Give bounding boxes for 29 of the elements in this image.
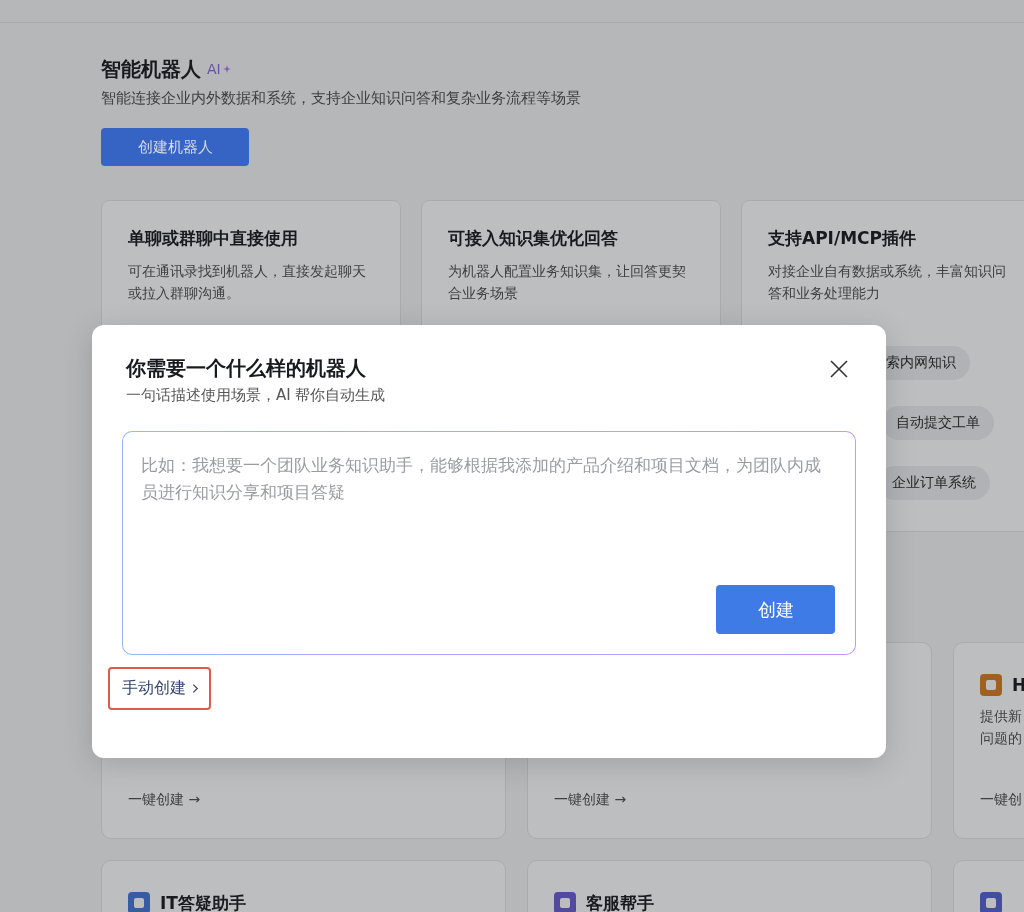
- sparkle-icon: [222, 65, 231, 73]
- create-robot-button[interactable]: 创建机器人: [101, 128, 249, 166]
- dialog-title: 你需要一个什么样的机器人: [126, 355, 366, 382]
- feature-description: 为机器人配置业务知识集，让回答更契合业务场景: [448, 262, 687, 303]
- close-icon[interactable]: [830, 360, 848, 378]
- template-title: H: [1012, 675, 1024, 695]
- template-title: IT答疑助手: [160, 891, 246, 912]
- feature-description: 可在通讯录找到机器人，直接发起聊天或拉入群聊沟通。: [128, 262, 367, 303]
- template-card[interactable]: IT答疑助手: [101, 860, 506, 912]
- template-card[interactable]: 客服帮手: [527, 860, 932, 912]
- template-title: 客服帮手: [586, 891, 654, 912]
- feature-title: 可接入知识集优化回答: [448, 227, 619, 250]
- section-description: 智能连接企业内外数据和系统，支持企业知识问答和复杂业务流程等场景: [101, 89, 582, 108]
- manual-create-link[interactable]: 手动创建: [108, 667, 211, 710]
- dialog-subtitle: 一句话描述使用场景，AI 帮你自动生成: [126, 386, 387, 405]
- feature-title: 单聊或群聊中直接使用: [128, 227, 299, 250]
- template-card[interactable]: H 提供新 问题的 一键创: [953, 642, 1024, 839]
- template-description: 提供新: [980, 707, 1023, 726]
- chevron-icon: [192, 683, 199, 694]
- ai-label: AI: [207, 61, 221, 77]
- feature-description: 对接企业自有数据或系统，丰富知识问答和业务处理能力: [768, 262, 1007, 303]
- description-field[interactable]: 比如：我想要一个团队业务知识助手，能够根据我添加的产品介绍和项目文档，为团队内成员进行知识分享和项目答疑 创建: [122, 431, 856, 655]
- one-click-create-link[interactable]: 一键创建 →: [554, 791, 627, 809]
- one-click-create-link[interactable]: 一键创建 →: [128, 791, 201, 809]
- section-title: 智能机器人: [101, 55, 201, 83]
- template-description: 问题的: [980, 729, 1023, 748]
- create-button[interactable]: 创建: [716, 585, 835, 634]
- feature-title: 支持API/MCP插件: [768, 227, 917, 250]
- one-click-create-link[interactable]: 一键创: [980, 791, 1022, 809]
